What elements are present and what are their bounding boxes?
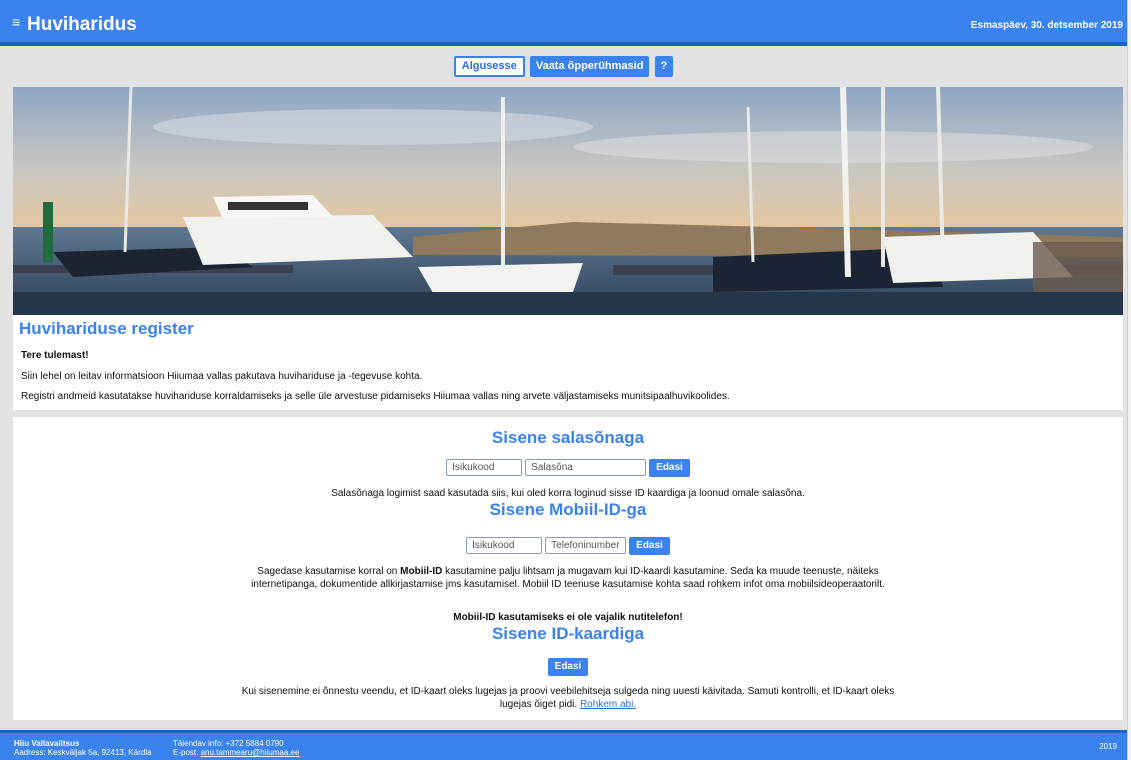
mobile-id-warning: Mobiil-ID kasutamiseks ei ole vajalik nu… (453, 612, 683, 623)
id-card-note: Kui sisenemine ei õnnestu veendu, et ID-… (241, 686, 895, 710)
view-groups-button[interactable]: Vaata õpperühmasid (529, 56, 650, 77)
intro-line-1: Siin lehel on leitav informatsioon Hiium… (21, 371, 423, 382)
welcome-text: Tere tulemast! (21, 350, 89, 361)
footer-org-block: Hiiu Vallavalitsus Aadress: Keskväljak 5… (14, 739, 151, 757)
footer-contact-block: Täiendav info: +372 5884 0790 E-post: an… (173, 739, 300, 757)
home-button[interactable]: Algusesse (453, 56, 525, 77)
id-card-submit-button[interactable]: Edasi (547, 658, 589, 676)
register-title: Huvihariduse register (19, 319, 194, 338)
password-input[interactable] (525, 459, 647, 476)
intro-line-2: Registri andmeid kasutatakse huviharidus… (21, 391, 730, 402)
intro-card: Huvihariduse register Tere tulemast! Sii… (13, 87, 1123, 410)
mobile-id-submit-button[interactable]: Edasi (629, 537, 670, 555)
login-card: Sisene salasõnaga Edasi Salasõnaga logim… (13, 417, 1123, 720)
footer-org-name: Hiiu Vallavalitsus (14, 739, 80, 748)
harbor-banner-image (13, 87, 1123, 315)
footer-year: 2019 (1099, 742, 1117, 751)
id-card-login-title: Sisene ID-kaardiga (491, 624, 645, 643)
password-login-form: Edasi (13, 459, 1123, 477)
nav-bar: Algusesse Vaata õpperühmasid ? (0, 56, 1127, 80)
mobile-id-login-title: Sisene Mobiil-ID-ga (489, 500, 647, 519)
mobile-id-login-form: Edasi (13, 537, 1123, 555)
more-help-link[interactable]: Rohkem abi. (580, 699, 636, 710)
current-date: Esmaspäev, 30. detsember 2019 (970, 20, 1123, 31)
password-login-note: Salasõnaga logimist saad kasutada siis, … (331, 488, 805, 499)
top-header: ≡ Huviharidus Esmaspäev, 30. detsember 2… (0, 0, 1127, 46)
password-login-title: Sisene salasõnaga (491, 428, 645, 447)
footer-address: Aadress: Keskväljak 5a, 92413, Kärdla (14, 748, 152, 757)
help-button[interactable]: ? (654, 56, 674, 77)
password-submit-button[interactable]: Edasi (649, 459, 690, 477)
menu-icon[interactable]: ≡ (12, 14, 20, 30)
scrollbar[interactable] (1127, 0, 1131, 760)
personal-code-input[interactable] (446, 459, 523, 476)
mobile-id-note: Sagedase kasutamise korral on Mobiil-ID … (251, 566, 885, 590)
footer: Hiiu Vallavalitsus Aadress: Keskväljak 5… (0, 730, 1127, 760)
mobile-id-emphasis: Mobiil-ID (400, 566, 443, 577)
footer-phone: Täiendav info: +372 5884 0790 (173, 739, 284, 748)
app-title[interactable]: Huviharidus (27, 14, 137, 36)
phone-number-input[interactable] (545, 537, 627, 554)
footer-email-link[interactable]: anu.tammearu@hiiumaa.ee (201, 748, 300, 757)
id-card-login-form: Edasi (13, 658, 1123, 676)
mobile-personal-code-input[interactable] (466, 537, 543, 554)
